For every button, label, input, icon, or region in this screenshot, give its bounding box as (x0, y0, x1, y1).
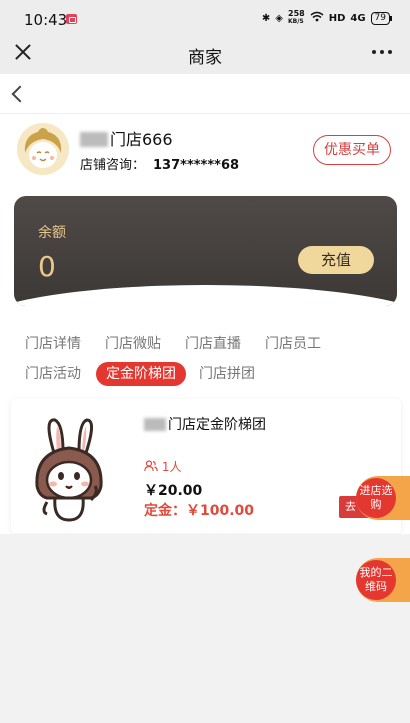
battery-level: 79 (374, 12, 386, 23)
signal-label: 4G (350, 12, 366, 24)
title-bar: 商家 (0, 40, 410, 74)
page-title: 商家 (188, 48, 222, 68)
store-name-text: 门店666 (110, 130, 173, 149)
divider (0, 113, 410, 114)
more-icon[interactable] (372, 50, 392, 54)
tab-store-live[interactable]: 门店直播 (185, 332, 241, 356)
people-count: 1人 (161, 460, 182, 474)
vibrate-icon: ◈ (275, 12, 283, 24)
blurred-text (144, 418, 166, 431)
status-bar: 10:43 ✱ ◈ 258 KB/S HD 4G 79 (0, 0, 410, 40)
hd-label: HD (328, 12, 346, 24)
enter-store-label: 进店选购 (356, 478, 396, 518)
blurred-text (80, 132, 108, 147)
my-qrcode-float-button[interactable]: 我的二维码 (354, 558, 410, 602)
enter-store-float-button[interactable]: 进店选购 (354, 476, 410, 520)
tab-store-posts[interactable]: 门店微贴 (105, 332, 161, 356)
tab-store-staff[interactable]: 门店员工 (265, 332, 321, 356)
store-name: 门店666 (80, 126, 173, 150)
bunny-mascot-image (33, 416, 105, 524)
speed-value: 258 (288, 9, 305, 18)
empty-area (0, 534, 410, 723)
tab-deposit-ladder-group[interactable]: 定金阶梯团 (96, 362, 186, 386)
store-phone-label: 店铺咨询： (80, 158, 146, 173)
notification-app-icon (66, 14, 77, 24)
status-icons: ✱ ◈ 258 KB/S HD 4G 79 (261, 10, 393, 26)
signal-icon: 4G (350, 13, 365, 24)
my-qrcode-label: 我的二维码 (356, 560, 396, 600)
store-phone: 店铺咨询： 137******68 (80, 154, 239, 173)
product-title: 门店定金阶梯团 (144, 414, 266, 434)
tab-store-details[interactable]: 门店详情 (25, 332, 81, 356)
balance-label: 余额 (38, 225, 66, 241)
network-speed: 258 KB/S (288, 10, 305, 26)
store-phone-number: 137******68 (153, 158, 240, 173)
status-time: 10:43 (24, 11, 68, 29)
bluetooth-icon: ✱ (261, 12, 271, 24)
recharge-button[interactable]: 充值 (298, 246, 374, 274)
product-title-text: 门店定金阶梯团 (168, 417, 266, 433)
balance-value: 0 (38, 250, 56, 283)
product-price: ￥20.00 (144, 483, 203, 499)
wifi-icon (310, 11, 324, 25)
battery-icon: 79 (370, 11, 393, 25)
people-icon (144, 460, 158, 472)
store-avatar (17, 123, 69, 175)
product-people: 1人 (144, 458, 181, 475)
card-curve-decoration (14, 285, 397, 306)
product-deposit: 定金：￥100.00 (144, 503, 255, 519)
tab-store-activities[interactable]: 门店活动 (25, 362, 81, 386)
tab-store-group-buy[interactable]: 门店拼团 (199, 362, 255, 386)
discount-pay-button[interactable]: 优惠买单 (313, 135, 391, 165)
speed-unit: KB/S (288, 18, 304, 25)
